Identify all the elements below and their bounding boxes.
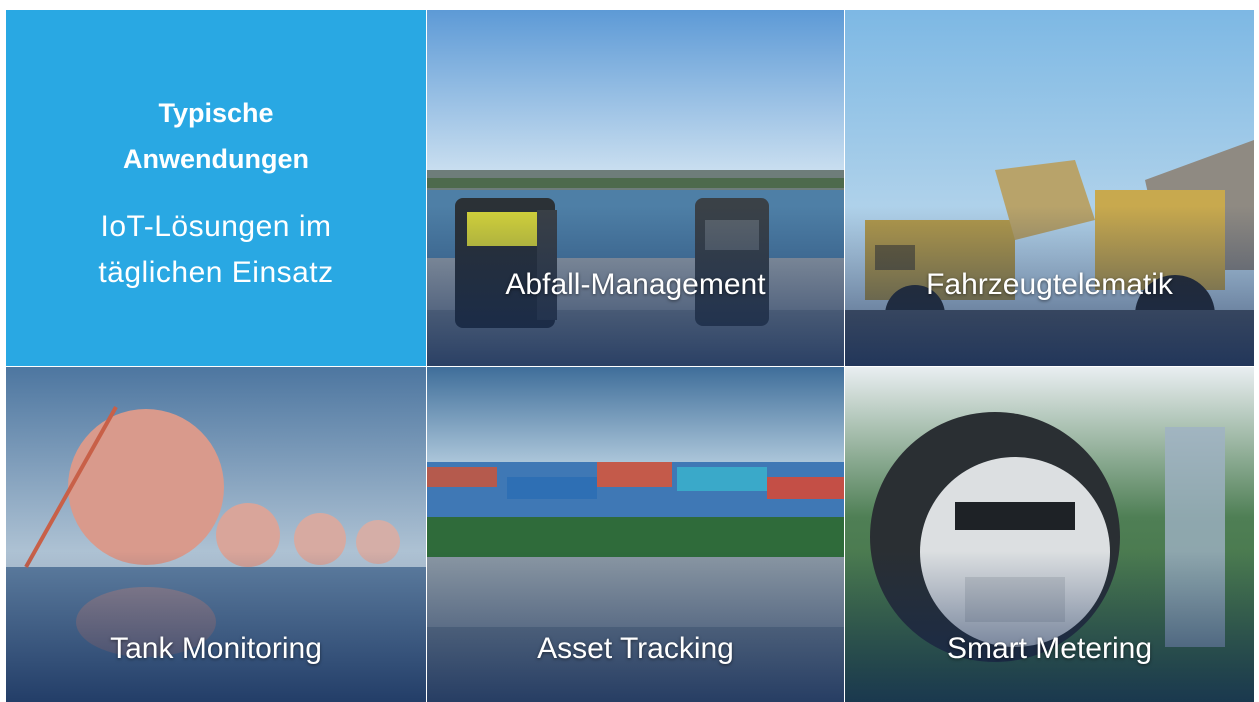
tile-asset-tracking[interactable]: Asset Tracking bbox=[427, 367, 844, 702]
tile-label: Abfall-Management bbox=[505, 268, 766, 301]
intro-subheading-line1: IoT-Lösungen im bbox=[100, 210, 332, 243]
tile-smart-metering[interactable]: Smart Metering bbox=[845, 367, 1254, 702]
intro-heading-line2: Anwendungen bbox=[123, 144, 309, 174]
tile-label: Tank Monitoring bbox=[110, 632, 322, 665]
tile-tank-monitoring[interactable]: Tank Monitoring bbox=[6, 367, 426, 702]
tile-label: Smart Metering bbox=[946, 632, 1153, 665]
tile-overlay bbox=[845, 551, 1254, 702]
tile-waste-management[interactable]: Abfall-Management bbox=[427, 10, 844, 366]
tile-overlay bbox=[6, 551, 426, 702]
tile-overlay bbox=[427, 551, 844, 702]
intro-heading: Typische Anwendungen bbox=[6, 90, 426, 182]
intro-subheading: IoT-Lösungen im täglichen Einsatz bbox=[6, 204, 426, 296]
tile-label: Fahrzeugtelematik bbox=[926, 268, 1173, 301]
intro-subheading-line2: täglichen Einsatz bbox=[98, 256, 334, 289]
tile-label: Asset Tracking bbox=[537, 632, 734, 665]
tile-vehicle-telematics[interactable]: Fahrzeugtelematik bbox=[845, 10, 1254, 366]
intro-heading-line1: Typische bbox=[158, 98, 274, 128]
intro-panel: Typische Anwendungen IoT-Lösungen im täg… bbox=[6, 10, 426, 366]
applications-grid: Typische Anwendungen IoT-Lösungen im täg… bbox=[6, 10, 1254, 702]
